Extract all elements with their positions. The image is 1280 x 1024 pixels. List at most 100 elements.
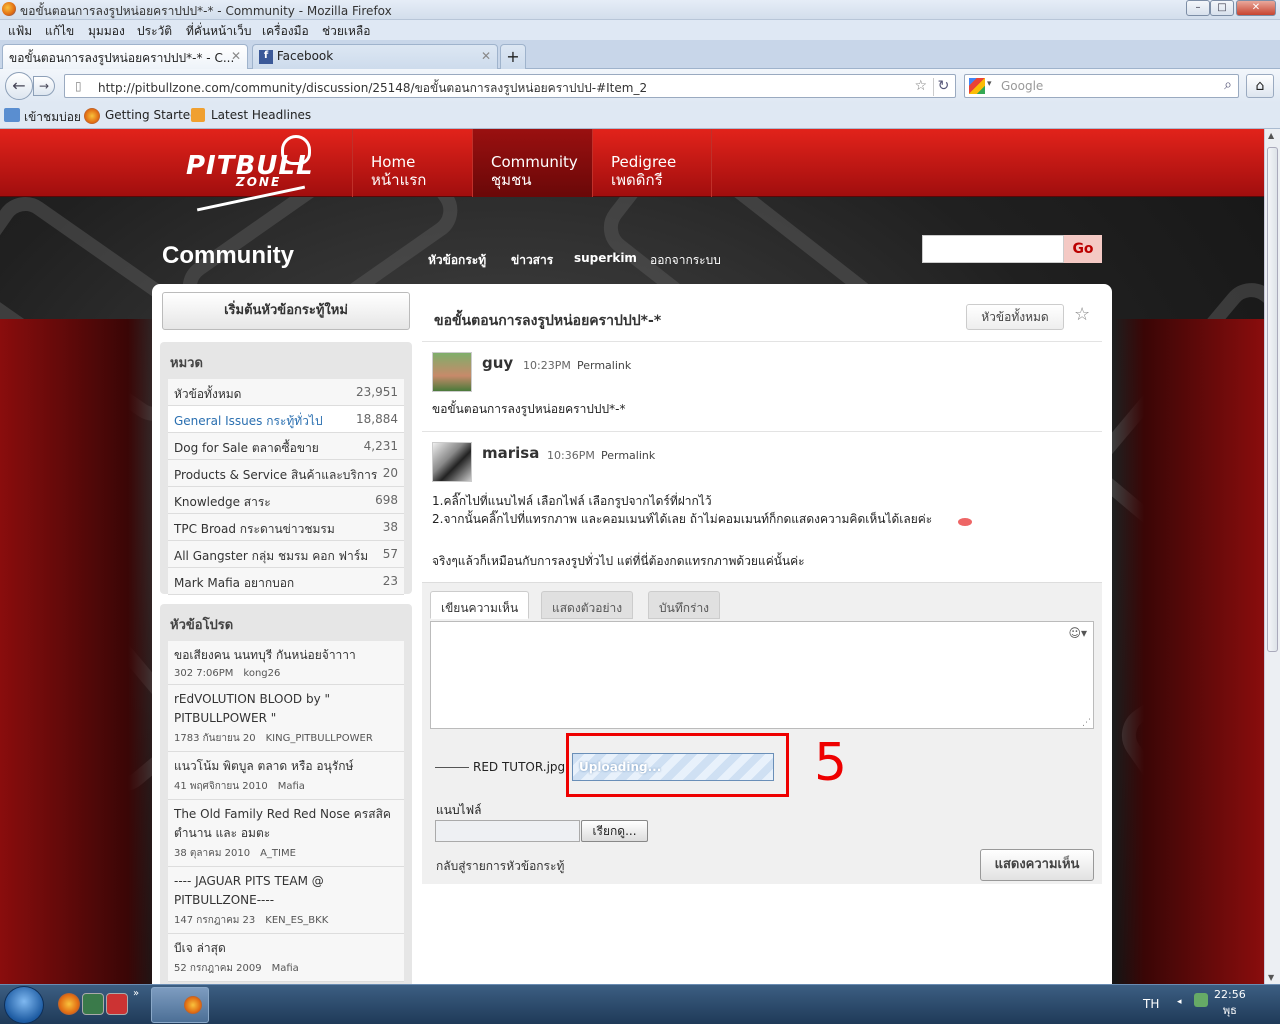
category-item[interactable]: General Issues กระทู้ทั่วไป 18,884 — [168, 406, 404, 433]
category-item[interactable]: TPC Broad กระดานข่าวชมรม 38 — [168, 514, 404, 541]
permalink-link[interactable]: Permalink — [601, 449, 655, 462]
favorite-item[interactable]: ขอเสียงคน นนทบุรี กันหน่อยจ้าาาา 302 7:06… — [168, 641, 404, 685]
menu-bookmarks[interactable]: ที่คั่นหน้าเว็บ — [186, 22, 251, 41]
scrollbar-thumb[interactable] — [1267, 147, 1278, 652]
go-button[interactable]: Go — [1064, 235, 1102, 263]
chevron-down-icon[interactable]: ▾ — [987, 79, 992, 89]
star-bookmark-icon[interactable]: ☆ — [914, 78, 927, 94]
nav-community[interactable]: Community ชุมชน — [472, 129, 592, 197]
search-bar[interactable]: ▾ Google ⌕ — [964, 74, 1239, 98]
favorite-user[interactable]: KEN_ES_BKK — [265, 915, 328, 926]
bookmark-most-visited[interactable]: เข้าชมบ่อย — [24, 108, 81, 127]
favorite-title[interactable]: แนวโน้ม พิตบูล ตลาด หรือ อนุรักษ์ — [174, 757, 398, 776]
tab-write-comment[interactable]: เขียนความเห็น — [430, 591, 530, 619]
back-icon[interactable]: ← — [5, 72, 33, 100]
tab-save-draft[interactable]: บันทึกร่าง — [648, 591, 721, 619]
favorite-title[interactable]: The Old Family Red Red Nose ครสสิค ตำนาน… — [174, 805, 398, 843]
firefox-quicklaunch-icon[interactable] — [58, 993, 80, 1015]
category-item[interactable]: Products & Service สินค้าและบริการ 20 — [168, 460, 404, 487]
nav-home[interactable]: Home หน้าแรก — [352, 129, 472, 197]
tab-preview[interactable]: แสดงตัวอย่าง — [541, 591, 634, 619]
permalink-link[interactable]: Permalink — [577, 359, 631, 372]
url-text[interactable]: http://pitbullzone.com/community/discuss… — [98, 79, 647, 98]
site-search-input[interactable] — [922, 235, 1064, 263]
favorite-title[interactable]: ---- JAGUAR PITS TEAM @ PITBULLZONE---- — [174, 872, 398, 910]
resize-handle-icon[interactable]: ⋰ — [1082, 718, 1091, 728]
bookmark-star-icon[interactable]: ☆ — [1074, 304, 1090, 325]
bookmark-getting-started[interactable]: Getting Started — [105, 108, 198, 122]
favorite-item[interactable]: แนวโน้ม พิตบูล ตลาด หรือ อนุรักษ์ 41 พฤศจ… — [168, 752, 404, 800]
favorite-user[interactable]: A_TIME — [260, 848, 296, 859]
favorite-title[interactable]: บีเจ ล่าสุด — [174, 939, 398, 958]
menu-file[interactable]: แฟ้ม — [8, 22, 32, 41]
link-signout[interactable]: ออกจากระบบ — [650, 251, 721, 270]
url-bar[interactable]: ▯ http://pitbullzone.com/community/discu… — [64, 74, 956, 98]
scroll-down-icon[interactable]: ▼ — [1268, 973, 1274, 982]
category-item[interactable]: All Gangster กลุ่ม ชมรม คอก ฟาร์ม 57 — [168, 541, 404, 568]
favorite-user[interactable]: Mafia — [272, 963, 299, 974]
comment-author[interactable]: marisa — [482, 444, 539, 462]
menu-tools[interactable]: เครื่องมือ — [262, 22, 309, 41]
menu-history[interactable]: ประวัติ — [137, 22, 172, 41]
menu-help[interactable]: ช่วยเหลือ — [322, 22, 371, 41]
favorite-item[interactable]: ---- JAGUAR PITS TEAM @ PITBULLZONE---- 1… — [168, 867, 404, 934]
favorite-title[interactable]: ขอเสียงคน นนทบุรี กันหน่อยจ้าาาา — [174, 646, 398, 665]
menu-view[interactable]: มุมมอง — [88, 22, 125, 41]
back-to-discussions-link[interactable]: กลับสู่รายการหัวข้อกระทู้ — [436, 857, 564, 876]
search-placeholder[interactable]: Google — [1001, 79, 1043, 93]
favorite-title[interactable]: rEdVOLUTION BLOOD by " PITBULLPOWER " — [174, 690, 398, 728]
favorite-user[interactable]: KING_PITBULLPOWER — [266, 733, 373, 744]
tab-facebook[interactable]: f Facebook ✕ — [252, 44, 498, 69]
home-icon[interactable]: ⌂ — [1246, 74, 1274, 98]
maximize-button[interactable]: □ — [1210, 0, 1234, 16]
favorite-item[interactable]: บีเจ ล่าสุด 52 กรกฎาคม 2009 Mafia — [168, 934, 404, 982]
start-discussion-button[interactable]: เริ่มต้นหัวข้อกระทู้ใหม่ — [162, 292, 410, 330]
post-comment-button[interactable]: แสดงความเห็น — [980, 849, 1094, 881]
scroll-up-icon[interactable]: ▲ — [1268, 131, 1274, 140]
forward-icon[interactable]: → — [33, 76, 55, 96]
google-icon[interactable] — [969, 78, 985, 94]
taskbar-firefox-window[interactable] — [151, 987, 209, 1023]
category-item[interactable]: หัวข้อทั้งหมด 23,951 — [168, 379, 404, 406]
favorite-item[interactable]: rEdVOLUTION BLOOD by " PITBULLPOWER " 178… — [168, 685, 404, 752]
file-path-input[interactable] — [435, 820, 580, 842]
all-discussions-button[interactable]: หัวข้อทั้งหมด — [966, 304, 1064, 330]
close-button[interactable]: ✕ — [1236, 0, 1276, 16]
close-tab-icon[interactable]: ✕ — [481, 49, 491, 63]
avatar[interactable] — [432, 352, 472, 392]
avatar[interactable] — [432, 442, 472, 482]
page-scrollbar[interactable]: ▲ ▼ — [1264, 129, 1280, 984]
reload-icon[interactable]: ↻ — [933, 78, 953, 96]
new-tab-button[interactable]: + — [500, 44, 526, 69]
favorite-user[interactable]: Mafia — [278, 781, 305, 792]
system-clock[interactable]: 22:56 พุธ — [1214, 987, 1246, 1019]
browse-button[interactable]: เรียกดู... — [581, 820, 648, 842]
language-indicator[interactable]: TH — [1143, 997, 1159, 1011]
link-news[interactable]: ข่าวสาร — [511, 251, 553, 270]
nav-pedigree[interactable]: Pedigree เพดดิกรี — [592, 129, 712, 197]
minimize-button[interactable]: – — [1186, 0, 1210, 16]
emoticon-picker-icon[interactable]: ☺▾ — [1068, 626, 1087, 640]
category-item[interactable]: Knowledge สาระ 698 — [168, 487, 404, 514]
link-discussions[interactable]: หัวข้อกระทู้ — [428, 251, 486, 270]
bookmark-latest-headlines[interactable]: Latest Headlines — [211, 108, 311, 122]
comment-textarea[interactable]: ☺▾ ⋰ — [430, 621, 1094, 729]
pitbullzone-logo[interactable]: PITBULL ZONE — [186, 135, 321, 212]
app-quicklaunch-icon[interactable] — [82, 993, 104, 1015]
favorite-user[interactable]: kong26 — [243, 668, 280, 679]
favorite-item[interactable]: The Old Family Red Red Nose ครสสิค ตำนาน… — [168, 800, 404, 867]
search-icon[interactable]: ⌕ — [1224, 77, 1232, 93]
tray-expand-icon[interactable]: ◂ — [1177, 997, 1182, 1007]
network-icon[interactable] — [1194, 993, 1208, 1007]
start-orb-icon[interactable] — [4, 986, 44, 1024]
tab-discussion[interactable]: ขอขั้นตอนการลงรูปหน่อยคราปปป*-* - C... ✕ — [2, 44, 248, 69]
category-item[interactable]: Mark Mafia อยากบอก 23 — [168, 568, 404, 595]
category-item[interactable]: Dog for Sale ตลาดซื้อขาย 4,231 — [168, 433, 404, 460]
close-tab-icon[interactable]: ✕ — [231, 49, 241, 63]
menu-edit[interactable]: แก้ไข — [45, 22, 74, 41]
site-identity-icon[interactable]: ▯ — [75, 79, 82, 93]
comment-author[interactable]: guy — [482, 354, 513, 372]
link-profile[interactable]: superkim — [574, 251, 637, 265]
chevron-right-icon[interactable]: » — [133, 988, 139, 999]
acrobat-quicklaunch-icon[interactable] — [106, 993, 128, 1015]
